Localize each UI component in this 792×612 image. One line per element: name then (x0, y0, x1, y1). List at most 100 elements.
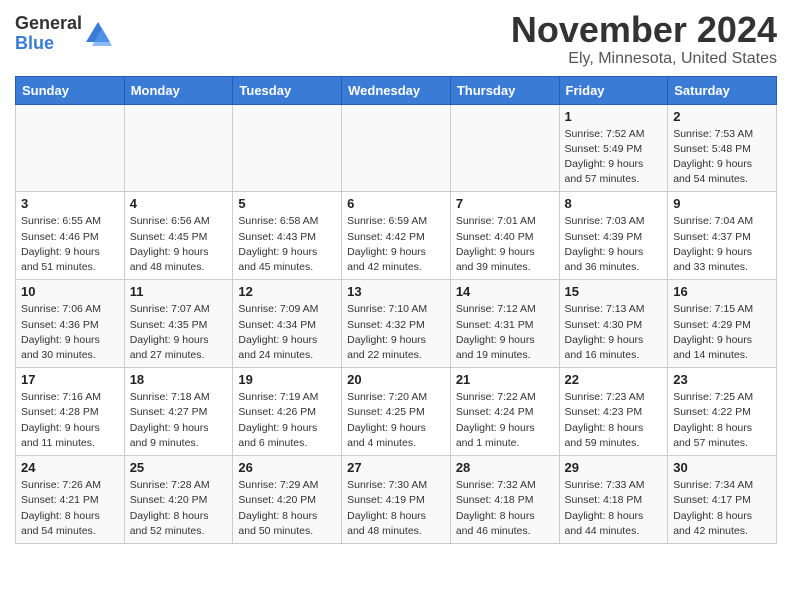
day-cell: 28 Sunrise: 7:32 AM Sunset: 4:18 PM Dayli… (450, 456, 559, 544)
day-info: Sunrise: 6:56 AM Sunset: 4:45 PM Dayligh… (130, 214, 228, 275)
day-cell: 17 Sunrise: 7:16 AM Sunset: 4:28 PM Dayli… (16, 368, 125, 456)
week-row-5: 24 Sunrise: 7:26 AM Sunset: 4:21 PM Dayli… (16, 456, 777, 544)
day-info: Sunrise: 6:59 AM Sunset: 4:42 PM Dayligh… (347, 214, 445, 275)
day-number: 8 (565, 196, 663, 211)
day-number: 6 (347, 196, 445, 211)
day-cell: 23 Sunrise: 7:25 AM Sunset: 4:22 PM Dayli… (668, 368, 777, 456)
day-info: Sunrise: 6:58 AM Sunset: 4:43 PM Dayligh… (238, 214, 336, 275)
header-day-saturday: Saturday (668, 76, 777, 104)
day-cell (342, 104, 451, 192)
day-info: Sunrise: 7:26 AM Sunset: 4:21 PM Dayligh… (21, 478, 119, 539)
header-day-tuesday: Tuesday (233, 76, 342, 104)
day-cell: 18Sunrise: 7:18 AM Sunset: 4:27 PM Dayli… (124, 368, 233, 456)
day-info: Sunrise: 7:16 AM Sunset: 4:28 PM Dayligh… (21, 390, 119, 451)
day-cell: 6 Sunrise: 6:59 AM Sunset: 4:42 PM Daylig… (342, 192, 451, 280)
day-cell: 7 Sunrise: 7:01 AM Sunset: 4:40 PM Daylig… (450, 192, 559, 280)
day-number: 4 (130, 196, 228, 211)
day-number: 15 (565, 284, 663, 299)
day-info: Sunrise: 7:53 AM Sunset: 5:48 PM Dayligh… (673, 127, 771, 188)
day-number: 19 (238, 372, 336, 387)
header-day-monday: Monday (124, 76, 233, 104)
day-number: 22 (565, 372, 663, 387)
calendar-body: 1 Sunrise: 7:52 AM Sunset: 5:49 PM Daylig… (16, 104, 777, 543)
header-day-thursday: Thursday (450, 76, 559, 104)
day-number: 28 (456, 460, 554, 475)
day-number: 2 (673, 109, 771, 124)
day-cell: 29 Sunrise: 7:33 AM Sunset: 4:18 PM Dayli… (559, 456, 668, 544)
day-info: Sunrise: 7:09 AM Sunset: 4:34 PM Dayligh… (238, 302, 336, 363)
day-info: Sunrise: 7:20 AM Sunset: 4:25 PM Dayligh… (347, 390, 445, 451)
day-info: Sunrise: 7:01 AM Sunset: 4:40 PM Dayligh… (456, 214, 554, 275)
day-cell: 22 Sunrise: 7:23 AM Sunset: 4:23 PM Dayli… (559, 368, 668, 456)
day-info: Sunrise: 7:15 AM Sunset: 4:29 PM Dayligh… (673, 302, 771, 363)
day-info: Sunrise: 7:13 AM Sunset: 4:30 PM Dayligh… (565, 302, 663, 363)
day-number: 7 (456, 196, 554, 211)
day-info: Sunrise: 7:29 AM Sunset: 4:20 PM Dayligh… (238, 478, 336, 539)
header: General Blue November 2024 Ely, Minnesot… (15, 10, 777, 68)
day-info: Sunrise: 7:52 AM Sunset: 5:49 PM Dayligh… (565, 127, 663, 188)
day-cell: 5Sunrise: 6:58 AM Sunset: 4:43 PM Daylig… (233, 192, 342, 280)
day-cell: 11Sunrise: 7:07 AM Sunset: 4:35 PM Dayli… (124, 280, 233, 368)
day-cell: 24 Sunrise: 7:26 AM Sunset: 4:21 PM Dayli… (16, 456, 125, 544)
day-info: Sunrise: 7:23 AM Sunset: 4:23 PM Dayligh… (565, 390, 663, 451)
day-info: Sunrise: 7:33 AM Sunset: 4:18 PM Dayligh… (565, 478, 663, 539)
day-info: Sunrise: 7:30 AM Sunset: 4:19 PM Dayligh… (347, 478, 445, 539)
day-cell: 15 Sunrise: 7:13 AM Sunset: 4:30 PM Dayli… (559, 280, 668, 368)
day-info: Sunrise: 7:19 AM Sunset: 4:26 PM Dayligh… (238, 390, 336, 451)
day-number: 18 (130, 372, 228, 387)
day-info: Sunrise: 7:25 AM Sunset: 4:22 PM Dayligh… (673, 390, 771, 451)
day-info: Sunrise: 7:32 AM Sunset: 4:18 PM Dayligh… (456, 478, 554, 539)
calendar-header: SundayMondayTuesdayWednesdayThursdayFrid… (16, 76, 777, 104)
logo-icon (84, 20, 112, 48)
day-cell: 9 Sunrise: 7:04 AM Sunset: 4:37 PM Daylig… (668, 192, 777, 280)
day-cell: 4 Sunrise: 6:56 AM Sunset: 4:45 PM Daylig… (124, 192, 233, 280)
day-number: 16 (673, 284, 771, 299)
header-day-friday: Friday (559, 76, 668, 104)
day-number: 9 (673, 196, 771, 211)
day-number: 20 (347, 372, 445, 387)
month-title: November 2024 (511, 10, 777, 50)
day-info: Sunrise: 7:04 AM Sunset: 4:37 PM Dayligh… (673, 214, 771, 275)
day-info: Sunrise: 7:06 AM Sunset: 4:36 PM Dayligh… (21, 302, 119, 363)
day-number: 29 (565, 460, 663, 475)
day-cell: 14Sunrise: 7:12 AM Sunset: 4:31 PM Dayli… (450, 280, 559, 368)
logo: General Blue (15, 14, 112, 54)
title-area: November 2024 Ely, Minnesota, United Sta… (511, 10, 777, 68)
day-cell: 12 Sunrise: 7:09 AM Sunset: 4:34 PM Dayli… (233, 280, 342, 368)
week-row-1: 1 Sunrise: 7:52 AM Sunset: 5:49 PM Daylig… (16, 104, 777, 192)
day-number: 1 (565, 109, 663, 124)
day-number: 24 (21, 460, 119, 475)
day-cell (16, 104, 125, 192)
logo-blue-text: Blue (15, 34, 82, 54)
day-number: 12 (238, 284, 336, 299)
day-cell: 19 Sunrise: 7:19 AM Sunset: 4:26 PM Dayli… (233, 368, 342, 456)
header-day-sunday: Sunday (16, 76, 125, 104)
day-number: 23 (673, 372, 771, 387)
day-cell: 21 Sunrise: 7:22 AM Sunset: 4:24 PM Dayli… (450, 368, 559, 456)
day-number: 25 (130, 460, 228, 475)
day-cell: 13Sunrise: 7:10 AM Sunset: 4:32 PM Dayli… (342, 280, 451, 368)
header-row: SundayMondayTuesdayWednesdayThursdayFrid… (16, 76, 777, 104)
logo-general-text: General (15, 14, 82, 34)
day-cell: 25Sunrise: 7:28 AM Sunset: 4:20 PM Dayli… (124, 456, 233, 544)
day-number: 21 (456, 372, 554, 387)
day-info: Sunrise: 7:22 AM Sunset: 4:24 PM Dayligh… (456, 390, 554, 451)
day-cell: 8 Sunrise: 7:03 AM Sunset: 4:39 PM Daylig… (559, 192, 668, 280)
header-day-wednesday: Wednesday (342, 76, 451, 104)
day-cell: 20 Sunrise: 7:20 AM Sunset: 4:25 PM Dayli… (342, 368, 451, 456)
day-info: Sunrise: 7:03 AM Sunset: 4:39 PM Dayligh… (565, 214, 663, 275)
day-cell: 30Sunrise: 7:34 AM Sunset: 4:17 PM Dayli… (668, 456, 777, 544)
week-row-4: 17 Sunrise: 7:16 AM Sunset: 4:28 PM Dayli… (16, 368, 777, 456)
day-cell (450, 104, 559, 192)
day-cell: 10Sunrise: 7:06 AM Sunset: 4:36 PM Dayli… (16, 280, 125, 368)
day-info: Sunrise: 6:55 AM Sunset: 4:46 PM Dayligh… (21, 214, 119, 275)
week-row-2: 3 Sunrise: 6:55 AM Sunset: 4:46 PM Daylig… (16, 192, 777, 280)
day-cell: 1 Sunrise: 7:52 AM Sunset: 5:49 PM Daylig… (559, 104, 668, 192)
day-number: 17 (21, 372, 119, 387)
day-info: Sunrise: 7:34 AM Sunset: 4:17 PM Dayligh… (673, 478, 771, 539)
day-cell: 16 Sunrise: 7:15 AM Sunset: 4:29 PM Dayli… (668, 280, 777, 368)
day-cell: 2 Sunrise: 7:53 AM Sunset: 5:48 PM Daylig… (668, 104, 777, 192)
day-number: 13 (347, 284, 445, 299)
day-number: 26 (238, 460, 336, 475)
day-number: 3 (21, 196, 119, 211)
